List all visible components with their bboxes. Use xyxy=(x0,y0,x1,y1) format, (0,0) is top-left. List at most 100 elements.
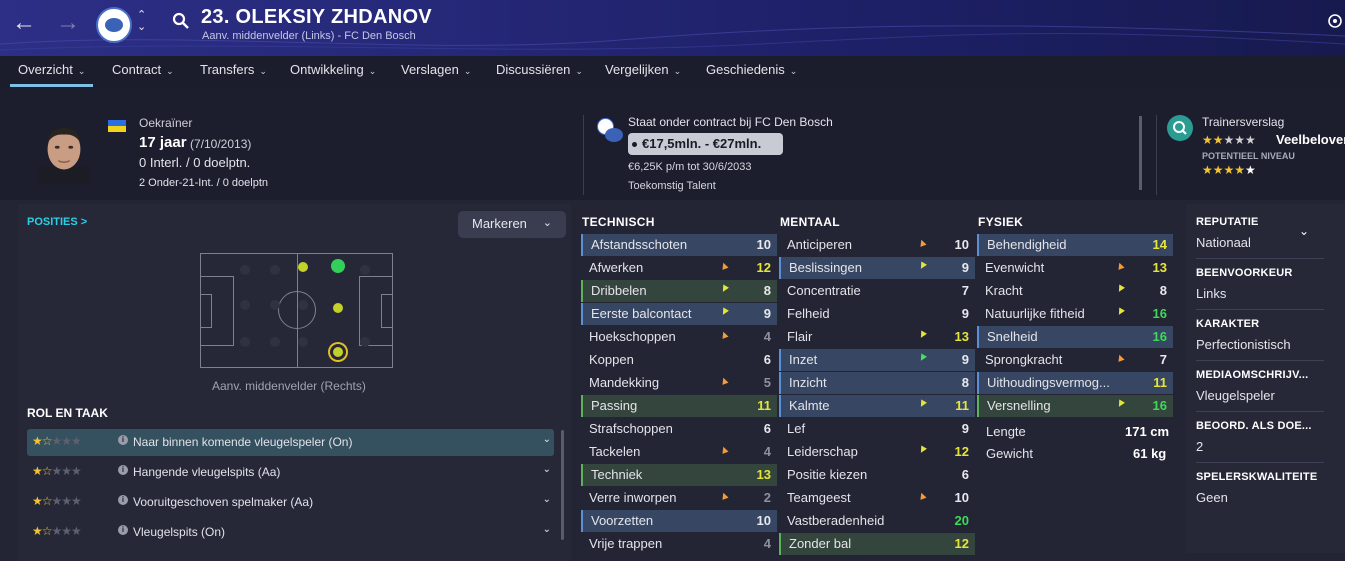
scout-search-icon[interactable] xyxy=(1167,115,1193,141)
chevron-down-icon[interactable]: ⌄ xyxy=(543,524,551,535)
attribute-row[interactable]: Passing 11 xyxy=(581,395,777,417)
scrollbar[interactable] xyxy=(1139,116,1142,190)
attribute-row[interactable]: Strafschoppen 6 xyxy=(581,418,777,440)
attribute-name: Strafschoppen xyxy=(589,421,673,436)
back-arrow-icon[interactable]: ← xyxy=(12,10,36,36)
role-stars: ★☆★★★ xyxy=(32,494,82,508)
attribute-value: 4 xyxy=(763,444,771,459)
positions-link[interactable]: POSITIES > xyxy=(27,216,87,228)
settings-icon[interactable] xyxy=(1328,12,1342,34)
attribute-row[interactable]: Afstandsschoten 10 xyxy=(581,234,777,256)
tab-transfers[interactable]: Transfers ⌄ xyxy=(200,62,267,77)
attribute-row[interactable]: Inzet ▼ 9 xyxy=(779,349,975,371)
position-dot-best xyxy=(331,259,345,273)
attribute-row[interactable]: Flair ▼ 13 xyxy=(779,326,975,348)
info-icon[interactable]: i xyxy=(118,525,128,535)
chevron-down-icon[interactable]: ⌄ xyxy=(543,464,551,475)
attribute-row[interactable]: Zonder bal 12 xyxy=(779,533,975,555)
attribute-value: 10 xyxy=(756,513,771,528)
attribute-row[interactable]: Felheid 9 xyxy=(779,303,975,325)
info-value: Links xyxy=(1196,286,1227,301)
attribute-row[interactable]: Lef 9 xyxy=(779,418,975,440)
tab-discussieren[interactable]: Discussiëren ⌄ xyxy=(496,62,583,77)
position-dot xyxy=(240,337,250,347)
club-logo[interactable] xyxy=(96,7,132,43)
pitch-six-yard-left xyxy=(200,294,212,328)
tab-vergelijken[interactable]: Vergelijken ⌄ xyxy=(605,62,681,77)
attribute-value: 11 xyxy=(757,398,771,413)
attribute-row[interactable]: Behendigheid 14 xyxy=(977,234,1173,256)
attribute-row[interactable]: Koppen 6 xyxy=(581,349,777,371)
attribute-row[interactable]: Leiderschap ▼ 12 xyxy=(779,441,975,463)
tab-ontwikkeling[interactable]: Ontwikkeling ⌄ xyxy=(290,62,376,77)
info-icon[interactable]: i xyxy=(118,495,128,505)
attribute-row[interactable]: Evenwicht ▲ 13 xyxy=(977,257,1173,279)
attribute-row[interactable]: Afwerken ▲ 12 xyxy=(581,257,777,279)
tab-overzicht[interactable]: Overzicht ⌄ xyxy=(9,62,94,87)
attribute-row[interactable]: Dribbelen ▼ 8 xyxy=(581,280,777,302)
attribute-row[interactable]: Positie kiezen 6 xyxy=(779,464,975,486)
attribute-row[interactable]: Kracht ▼ 8 xyxy=(977,280,1173,302)
tab-contract[interactable]: Contract ⌄ xyxy=(112,62,174,77)
nationality-flag xyxy=(108,120,126,132)
potential-label: POTENTIEEL NIVEAU xyxy=(1202,151,1295,161)
attribute-row[interactable]: Tackelen ▲ 4 xyxy=(581,441,777,463)
attribute-name: Kalmte xyxy=(789,398,830,413)
attribute-row[interactable]: Snelheid 16 xyxy=(977,326,1173,348)
attribute-row[interactable]: Hoekschoppen ▲ 4 xyxy=(581,326,777,348)
attribute-row[interactable]: Anticiperen ▲ 10 xyxy=(779,234,975,256)
chevron-down-icon: ⌄ xyxy=(789,66,798,76)
info-icon[interactable]: i xyxy=(118,435,128,445)
tab-geschiedenis[interactable]: Geschiedenis ⌄ xyxy=(706,62,797,77)
role-row[interactable]: ★☆★★★ i Vleugelspits (On) ⌄ xyxy=(27,519,554,546)
role-row[interactable]: ★☆★★★ i Hangende vleugelspits (Aa) ⌄ xyxy=(27,459,554,486)
attribute-row[interactable]: Techniek 13 xyxy=(581,464,777,486)
role-row[interactable]: ★☆★★★ i Vooruitgeschoven spelmaker (Aa) … xyxy=(27,489,554,516)
nationality: Oekraïner xyxy=(139,116,193,130)
attribute-row[interactable]: Eerste balcontact ▼ 9 xyxy=(581,303,777,325)
role-row[interactable]: ★☆★★★ i Naar binnen komende vleugelspele… xyxy=(27,429,554,456)
column-title: FYSIEK xyxy=(978,215,1024,229)
attribute-name: Voorzetten xyxy=(591,513,654,528)
chevron-down-icon[interactable]: ⌄ xyxy=(543,494,551,505)
arrow-down-icon: ▼ xyxy=(914,327,931,343)
info-icon[interactable]: i xyxy=(118,465,128,475)
chevron-down-icon[interactable]: ⌄ xyxy=(543,434,551,445)
attribute-row[interactable]: Natuurlijke fitheid ▼ 16 xyxy=(977,303,1173,325)
position-dot-natural xyxy=(333,303,343,313)
forward-arrow-icon[interactable]: → xyxy=(56,10,80,36)
tab-verslagen[interactable]: Verslagen ⌄ xyxy=(401,62,471,77)
coach-verdict: Veelbelover xyxy=(1276,132,1345,147)
search-icon[interactable] xyxy=(172,12,190,30)
attribute-row[interactable]: Inzicht 8 xyxy=(779,372,975,394)
arrow-up-icon: ▲ xyxy=(717,488,732,504)
roles-scrollbar[interactable] xyxy=(561,430,564,540)
position-dot xyxy=(360,265,370,275)
wage: €6,25K p/m tot 30/6/2033 xyxy=(628,161,752,173)
attribute-row[interactable]: Vastberadenheid 20 xyxy=(779,510,975,532)
chevron-down-icon[interactable]: ⌄ xyxy=(1299,224,1309,238)
attribute-name: Uithoudingsvermog... xyxy=(987,375,1110,390)
attribute-row[interactable]: Vrije trappen 4 xyxy=(581,533,777,555)
mark-dropdown[interactable]: Markeren ⌄ xyxy=(458,211,566,238)
roles-title: ROL EN TAAK xyxy=(27,406,108,420)
attribute-row[interactable]: Voorzetten 10 xyxy=(581,510,777,532)
attribute-name: Beslissingen xyxy=(789,260,862,275)
attribute-row[interactable]: Concentratie 7 xyxy=(779,280,975,302)
attribute-value: 8 xyxy=(763,283,771,298)
attribute-row[interactable]: Uithoudingsvermog... 11 xyxy=(977,372,1173,394)
arrow-down-icon: ▼ xyxy=(1112,396,1129,412)
attribute-row[interactable]: Teamgeest ▲ 10 xyxy=(779,487,975,509)
position-dot xyxy=(270,300,280,310)
attribute-name: Kracht xyxy=(985,283,1023,298)
transfer-value[interactable]: €17,5mln. - €27mln. xyxy=(628,133,783,155)
info-label: BEENVOORKEUR xyxy=(1196,267,1293,279)
attribute-row[interactable]: Kalmte ▼ 11 xyxy=(779,395,975,417)
attribute-name: Vastberadenheid xyxy=(787,513,885,528)
attribute-row[interactable]: Verre inworpen ▲ 2 xyxy=(581,487,777,509)
attribute-row[interactable]: Versnelling ▼ 16 xyxy=(977,395,1173,417)
attribute-row[interactable]: Beslissingen ▼ 9 xyxy=(779,257,975,279)
switch-chevrons-icon[interactable]: ⌃ ⌄ xyxy=(137,9,146,33)
attribute-row[interactable]: Sprongkracht ▲ 7 xyxy=(977,349,1173,371)
attribute-row[interactable]: Mandekking ▲ 5 xyxy=(581,372,777,394)
